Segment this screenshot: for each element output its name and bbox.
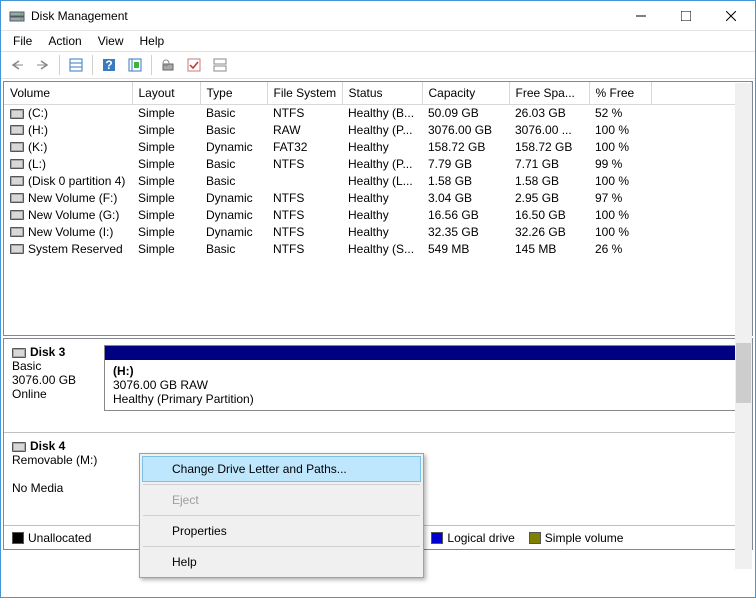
disk-row-3[interactable]: Disk 3 Basic 3076.00 GB Online (H:) 3076… bbox=[4, 339, 752, 433]
disk4-header: Disk 4 Removable (M:) No Media bbox=[4, 433, 142, 523]
list-view-icon[interactable] bbox=[64, 53, 88, 77]
volume-icon bbox=[10, 159, 24, 169]
col-volume[interactable]: Volume bbox=[4, 82, 132, 104]
refresh-icon[interactable] bbox=[156, 53, 180, 77]
maximize-button[interactable] bbox=[663, 1, 708, 30]
disk3-partition[interactable]: (H:) 3076.00 GB RAW Healthy (Primary Par… bbox=[104, 345, 746, 411]
volume-icon bbox=[10, 227, 24, 237]
table-row[interactable]: New Volume (G:)SimpleDynamicNTFSHealthy1… bbox=[4, 206, 752, 223]
volume-icon bbox=[10, 244, 24, 254]
window-title: Disk Management bbox=[31, 9, 618, 23]
table-row[interactable]: New Volume (F:)SimpleDynamicNTFSHealthy3… bbox=[4, 189, 752, 206]
col-fs[interactable]: File System bbox=[267, 82, 342, 104]
close-button[interactable] bbox=[708, 1, 753, 30]
table-row[interactable]: New Volume (I:)SimpleDynamicNTFSHealthy3… bbox=[4, 223, 752, 240]
table-row[interactable]: System ReservedSimpleBasicNTFSHealthy (S… bbox=[4, 240, 752, 257]
ctx-eject: Eject bbox=[142, 487, 421, 513]
layout-icon[interactable] bbox=[208, 53, 232, 77]
table-row[interactable]: (H:)SimpleBasicRAWHealthy (P...3076.00 G… bbox=[4, 121, 752, 138]
menu-help[interactable]: Help bbox=[132, 32, 173, 50]
ctx-properties[interactable]: Properties bbox=[142, 518, 421, 544]
col-capacity[interactable]: Capacity bbox=[422, 82, 509, 104]
volume-icon bbox=[10, 193, 24, 203]
col-type[interactable]: Type bbox=[200, 82, 267, 104]
volume-icon bbox=[10, 176, 24, 186]
help-icon[interactable]: ? bbox=[97, 53, 121, 77]
settings-icon[interactable] bbox=[123, 53, 147, 77]
table-row[interactable]: (C:)SimpleBasicNTFSHealthy (B...50.09 GB… bbox=[4, 104, 752, 121]
forward-button[interactable] bbox=[31, 53, 55, 77]
col-layout[interactable]: Layout bbox=[132, 82, 200, 104]
volume-table[interactable]: Volume Layout Type File System Status Ca… bbox=[4, 82, 752, 257]
table-row[interactable]: (Disk 0 partition 4)SimpleBasicHealthy (… bbox=[4, 172, 752, 189]
menu-view[interactable]: View bbox=[90, 32, 132, 50]
col-pctfree[interactable]: % Free bbox=[589, 82, 651, 104]
table-row[interactable]: (L:)SimpleBasicNTFSHealthy (P...7.79 GB7… bbox=[4, 155, 752, 172]
outer-scrollbar[interactable] bbox=[735, 83, 752, 569]
toolbar: ? bbox=[1, 51, 755, 79]
menu-action[interactable]: Action bbox=[40, 32, 89, 50]
svg-text:?: ? bbox=[105, 58, 112, 72]
ctx-help[interactable]: Help bbox=[142, 549, 421, 575]
col-free[interactable]: Free Spa... bbox=[509, 82, 589, 104]
titlebar: Disk Management bbox=[1, 1, 755, 31]
ctx-change-drive-letter[interactable]: Change Drive Letter and Paths... bbox=[142, 456, 421, 482]
app-icon bbox=[9, 8, 25, 24]
volume-icon bbox=[10, 125, 24, 135]
back-button[interactable] bbox=[5, 53, 29, 77]
volume-table-wrap: Volume Layout Type File System Status Ca… bbox=[3, 81, 753, 336]
minimize-button[interactable] bbox=[618, 1, 663, 30]
context-menu: Change Drive Letter and Paths... Eject P… bbox=[139, 453, 424, 578]
volume-icon bbox=[10, 142, 24, 152]
volume-icon bbox=[10, 109, 24, 119]
menu-file[interactable]: File bbox=[5, 32, 40, 50]
disk3-header: Disk 3 Basic 3076.00 GB Online bbox=[4, 339, 104, 432]
check-icon[interactable] bbox=[182, 53, 206, 77]
menubar: File Action View Help bbox=[1, 31, 755, 51]
table-row[interactable]: (K:)SimpleDynamicFAT32Healthy158.72 GB15… bbox=[4, 138, 752, 155]
volume-icon bbox=[10, 210, 24, 220]
col-status[interactable]: Status bbox=[342, 82, 422, 104]
